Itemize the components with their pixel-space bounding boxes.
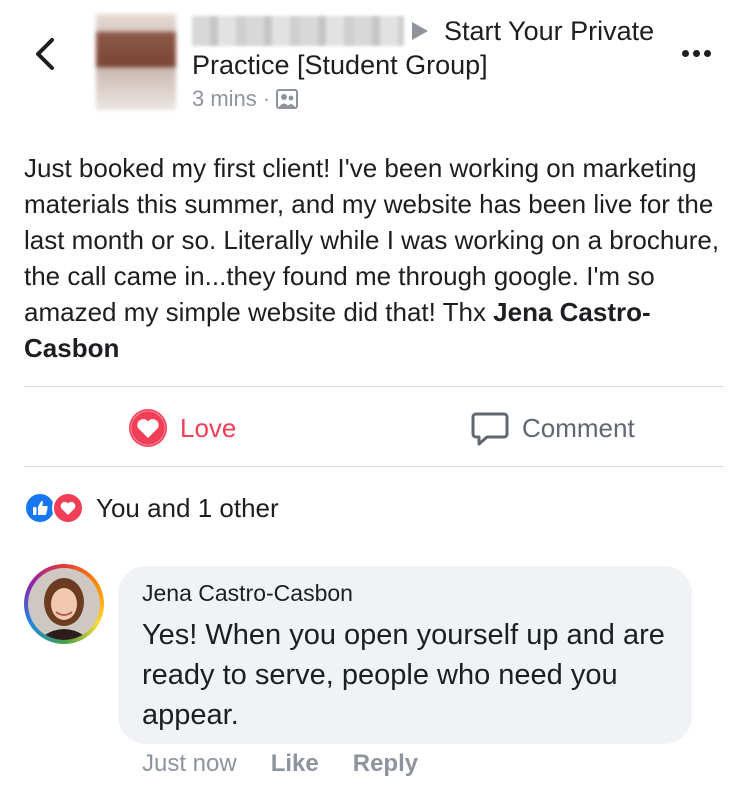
comment-label: Comment bbox=[522, 412, 635, 443]
poster-avatar[interactable] bbox=[96, 14, 176, 110]
comment-icon bbox=[471, 412, 509, 446]
commenter-photo bbox=[28, 568, 100, 640]
comment-text: Yes! When you open yourself up and are r… bbox=[142, 619, 665, 731]
back-chevron-icon bbox=[36, 38, 54, 70]
post-time[interactable]: 3 mins bbox=[192, 86, 257, 112]
comment-bubble: Jena Castro-Casbon Yes! When you open yo… bbox=[118, 566, 692, 744]
reactions-text: You and 1 other bbox=[96, 492, 279, 523]
more-options-button[interactable] bbox=[682, 44, 722, 60]
divider bbox=[24, 466, 724, 467]
divider bbox=[24, 386, 724, 387]
love-label: Love bbox=[180, 412, 237, 443]
more-icon bbox=[682, 50, 689, 57]
love-icon bbox=[129, 409, 167, 447]
love-button[interactable]: Love bbox=[128, 408, 236, 448]
group-name-link[interactable]: Start Your Private Practice [Student Gro… bbox=[192, 14, 662, 82]
comment-time: Just now bbox=[142, 750, 237, 777]
comment-author[interactable]: Jena Castro-Casbon bbox=[142, 580, 668, 607]
comment-reply-button[interactable]: Reply bbox=[353, 750, 418, 778]
comment-like-button[interactable]: Like bbox=[271, 750, 319, 778]
reaction-icons bbox=[24, 490, 92, 526]
love-reaction-icon bbox=[52, 492, 84, 524]
meta-separator: · bbox=[262, 86, 271, 111]
back-button[interactable] bbox=[28, 34, 64, 74]
group-privacy-icon bbox=[276, 89, 299, 109]
comment-button[interactable]: Comment bbox=[470, 408, 635, 448]
post-meta: 3 mins · bbox=[192, 86, 299, 112]
post-body: Just booked my first client! I've been w… bbox=[24, 150, 724, 366]
comment-actions: Just now Like Reply bbox=[142, 750, 418, 778]
commenter-avatar[interactable] bbox=[24, 564, 104, 644]
reactions-summary[interactable]: You and 1 other bbox=[24, 490, 279, 526]
